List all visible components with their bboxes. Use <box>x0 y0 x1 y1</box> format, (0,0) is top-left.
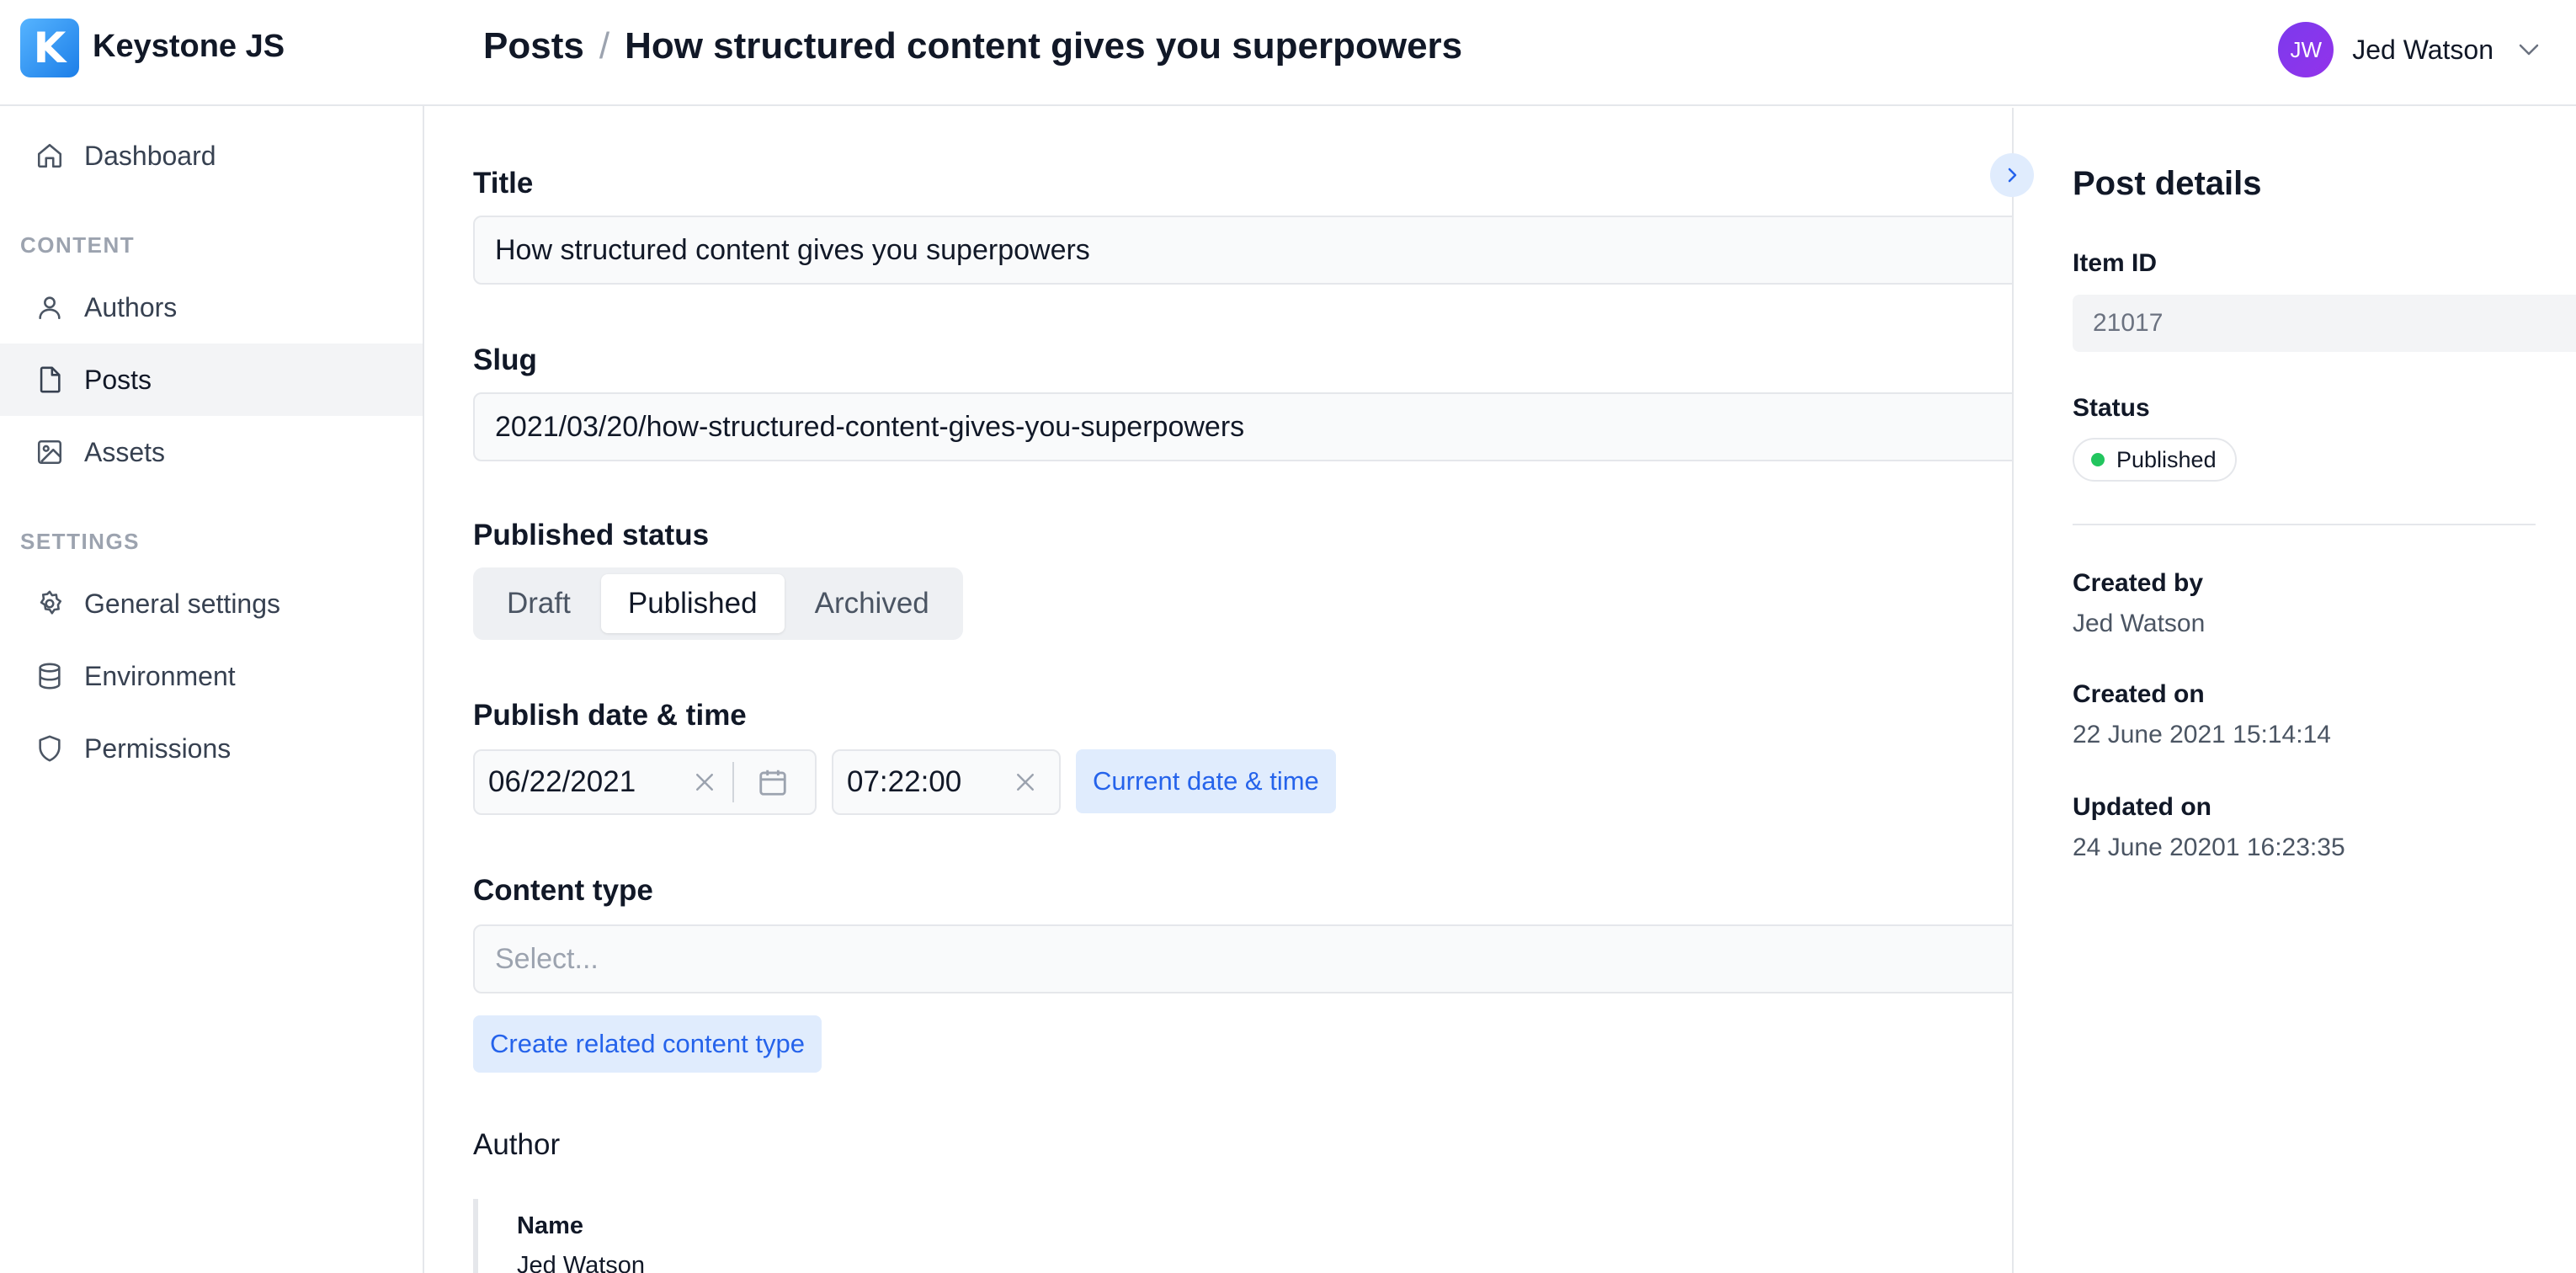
edit-form: Title How structured content gives you s… <box>426 108 2012 1273</box>
collapse-panel-button[interactable] <box>1990 153 2034 197</box>
publish-date-label: Publish date & time <box>473 699 747 732</box>
database-icon <box>34 660 66 692</box>
post-details-panel: Post details Item ID 21017 Status Publis… <box>2012 108 2576 1273</box>
page-title: How structured content gives you superpo… <box>625 25 1463 67</box>
status-option-published[interactable]: Published <box>600 574 785 633</box>
date-input[interactable]: 06/22/2021 <box>475 765 677 799</box>
breadcrumb-posts-link[interactable]: Posts <box>483 25 584 67</box>
gear-icon <box>34 588 66 620</box>
sidebar-item-general-settings[interactable]: General settings <box>0 567 423 640</box>
slug-input[interactable]: 2021/03/20/how-structured-content-gives-… <box>473 392 2012 461</box>
slug-label: Slug <box>473 344 537 376</box>
author-name-value: Jed Watson <box>517 1252 646 1273</box>
created-on-value: 22 June 2021 15:14:14 <box>2073 721 2331 748</box>
item-id-label: Item ID <box>2073 249 2158 277</box>
status-label: Status <box>2073 394 2150 422</box>
chevron-right-icon <box>2002 165 2022 185</box>
panel-title: Post details <box>2073 165 2262 202</box>
user-menu[interactable]: JW Jed Watson <box>2278 22 2546 77</box>
clear-time-icon[interactable] <box>993 770 1057 795</box>
sidebar-item-label: Environment <box>84 660 236 691</box>
status-option-archived[interactable]: Archived <box>788 574 956 633</box>
sidebar-item-label: General settings <box>84 588 281 619</box>
user-icon <box>34 291 66 323</box>
sidebar-item-posts[interactable]: Posts <box>0 344 423 416</box>
sidebar-item-environment[interactable]: Environment <box>0 640 423 712</box>
panel-divider <box>2073 524 2536 525</box>
image-icon <box>34 436 66 468</box>
sidebar: Dashboard CONTENT Authors Posts Assets S… <box>0 106 424 1273</box>
content-type-label: Content type <box>473 874 653 907</box>
author-label: Author <box>473 1128 561 1161</box>
breadcrumb: Posts / How structured content gives you… <box>483 25 1462 67</box>
title-label: Title <box>473 167 534 200</box>
created-by-value: Jed Watson <box>2073 610 2206 637</box>
published-status-segmented-control: Draft Published Archived <box>473 567 963 640</box>
sidebar-item-label: Assets <box>84 436 166 467</box>
keystone-logo[interactable]: K <box>20 19 79 77</box>
status-dot <box>2091 453 2105 466</box>
title-input[interactable]: How structured content gives you superpo… <box>473 216 2012 285</box>
status-badge: Published <box>2073 438 2237 482</box>
sidebar-item-permissions[interactable]: Permissions <box>0 712 423 785</box>
created-on-label: Created on <box>2073 680 2205 708</box>
sidebar-item-dashboard[interactable]: Dashboard <box>0 120 423 192</box>
updated-on-label: Updated on <box>2073 793 2211 821</box>
content-section-heading: CONTENT <box>20 232 136 258</box>
content-type-select[interactable]: Select... <box>473 924 2012 993</box>
settings-section-heading: SETTINGS <box>20 529 141 554</box>
file-icon <box>34 364 66 396</box>
date-picker: 06/22/2021 <box>473 749 817 815</box>
sidebar-item-assets[interactable]: Assets <box>0 416 423 488</box>
author-inline-card: Name Jed Watson <box>473 1199 978 1273</box>
author-name-key: Name <box>517 1212 583 1239</box>
published-status-label: Published status <box>473 519 710 551</box>
calendar-icon[interactable] <box>734 766 812 798</box>
sidebar-item-authors[interactable]: Authors <box>0 271 423 344</box>
user-name: Jed Watson <box>2352 34 2494 65</box>
home-icon <box>34 140 66 172</box>
chevron-down-icon[interactable] <box>2512 33 2546 67</box>
updated-on-value: 24 June 20201 16:23:35 <box>2073 834 2345 861</box>
sidebar-item-label: Dashboard <box>84 140 216 171</box>
clear-date-icon[interactable] <box>677 770 732 795</box>
sidebar-item-label: Authors <box>84 291 178 322</box>
create-related-content-type-button[interactable]: Create related content type <box>473 1015 822 1073</box>
created-by-label: Created by <box>2073 569 2204 597</box>
status-badge-text: Published <box>2116 446 2217 472</box>
app-name[interactable]: Keystone JS <box>93 29 285 65</box>
sidebar-item-label: Permissions <box>84 732 232 764</box>
status-option-draft[interactable]: Draft <box>480 574 598 633</box>
current-date-time-button[interactable]: Current date & time <box>1076 749 1336 813</box>
breadcrumb-separator: / <box>599 25 610 67</box>
time-picker: 07:22:00 <box>832 749 1061 815</box>
sidebar-item-label: Posts <box>84 364 152 395</box>
time-input[interactable]: 07:22:00 <box>833 765 993 799</box>
shield-icon <box>34 732 66 764</box>
top-header: K Keystone JS Posts / How structured con… <box>0 0 2576 106</box>
item-id-field[interactable]: 21017 <box>2073 295 2576 352</box>
avatar: JW <box>2278 22 2334 77</box>
